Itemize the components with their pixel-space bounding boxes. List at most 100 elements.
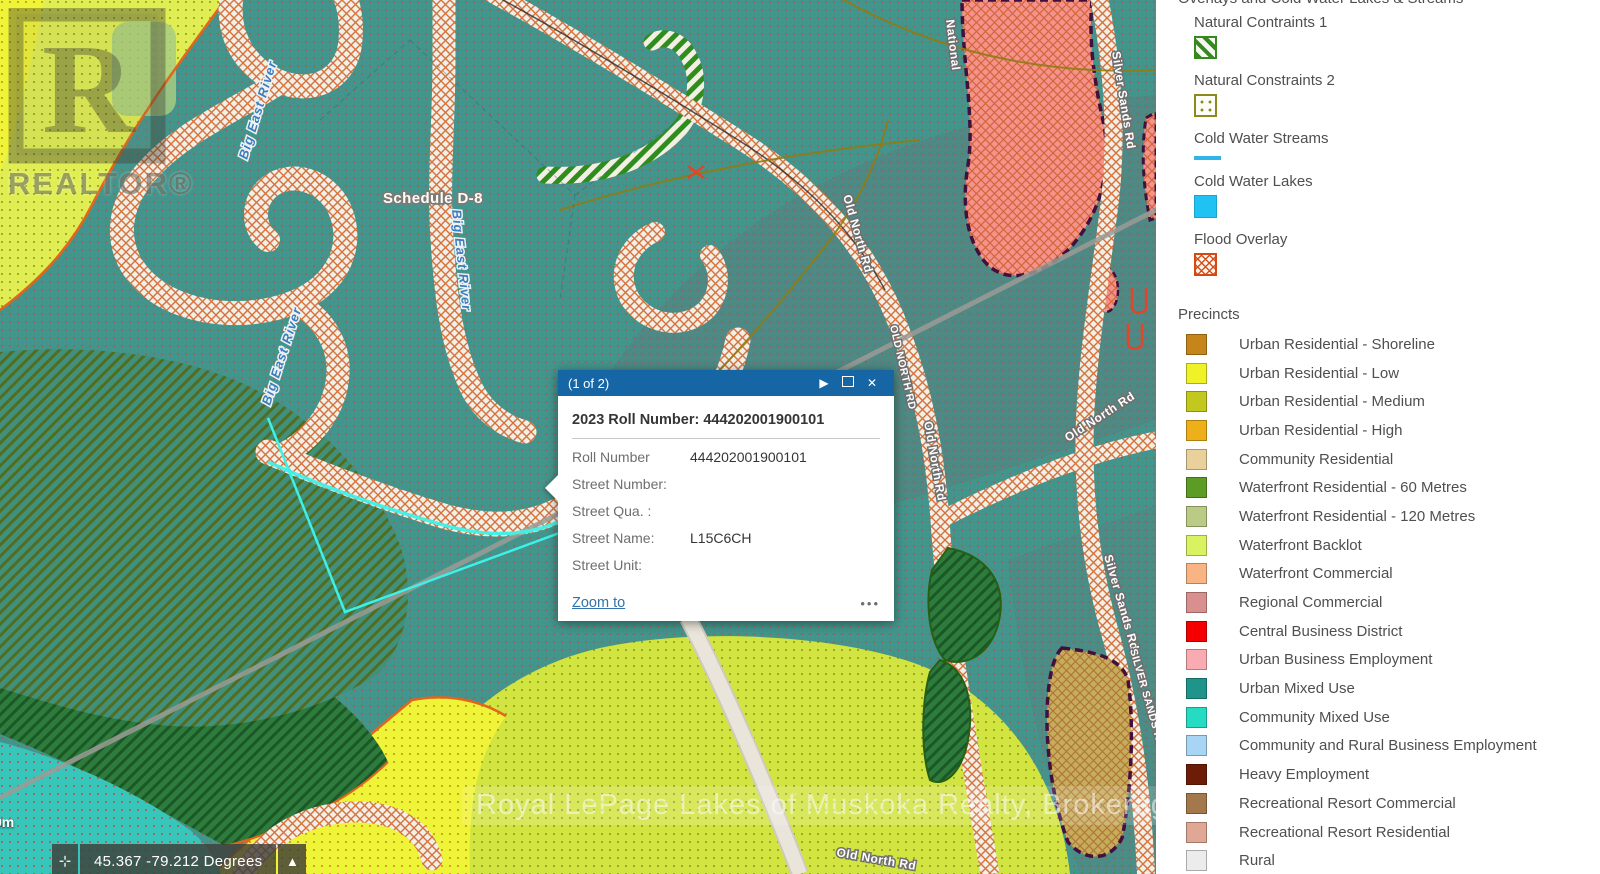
- maximize-icon[interactable]: [836, 376, 860, 390]
- precinct-color-swatch: [1186, 592, 1207, 613]
- precinct-label: Community Mixed Use: [1239, 709, 1390, 726]
- popup-field-row: Street Qua. :: [572, 503, 880, 519]
- precinct-label: Heavy Employment: [1239, 766, 1369, 783]
- popup-field-row: Street Number:: [572, 476, 880, 492]
- precinct-label: Central Business District: [1239, 623, 1402, 640]
- legend-precinct-row: Recreational Resort Commercial: [1186, 789, 1537, 818]
- cross-orange-swatch: [1194, 253, 1217, 276]
- precinct-color-swatch: [1186, 535, 1207, 556]
- precinct-label: Regional Commercial: [1239, 594, 1382, 611]
- field-label: Street Qua. :: [572, 503, 690, 519]
- legend-precinct-row: Urban Residential - Medium: [1186, 387, 1537, 416]
- legend-precinct-row: Community Residential: [1186, 445, 1537, 474]
- popup-pointer: [545, 474, 559, 502]
- precinct-color-swatch: [1186, 477, 1207, 498]
- legend-precinct-row: Heavy Employment: [1186, 760, 1537, 789]
- field-value: L15C6CH: [690, 530, 751, 546]
- popup-field-row: Roll Number444202001900101: [572, 449, 880, 465]
- precinct-color-swatch: [1186, 793, 1207, 814]
- precinct-color-swatch: [1186, 363, 1207, 384]
- map-canvas[interactable]: Schedule D-8Big East RiverBig East River…: [0, 0, 1156, 874]
- map-label: Schedule D-8: [383, 190, 483, 207]
- precinct-label: Community Residential: [1239, 451, 1393, 468]
- popup-field-row: Street Unit:: [572, 557, 880, 573]
- feature-popup: (1 of 2) ▶ ✕ 2023 Roll Number: 444202001…: [558, 370, 894, 621]
- precinct-color-swatch: [1186, 678, 1207, 699]
- legend-precinct-row: Regional Commercial: [1186, 588, 1537, 617]
- zoom-to-link[interactable]: Zoom to: [572, 595, 625, 611]
- legend-precinct-row: Rural: [1186, 846, 1537, 874]
- precinct-label: Urban Mixed Use: [1239, 680, 1355, 697]
- legend-precinct-row: Waterfront Residential - 120 Metres: [1186, 502, 1537, 531]
- legend-section-title: Overlays and Cold Water Lakes & Streams: [1178, 0, 1463, 7]
- popup-field-list: Roll Number444202001900101 Street Number:…: [572, 449, 880, 573]
- precinct-color-swatch: [1186, 391, 1207, 412]
- crosshair-icon[interactable]: ⊹: [52, 844, 78, 874]
- precinct-color-swatch: [1186, 735, 1207, 756]
- precinct-color-swatch: [1186, 449, 1207, 470]
- legend-precinct-row: Waterfront Residential - 60 Metres: [1186, 473, 1537, 502]
- popup-footer: Zoom to •••: [572, 595, 880, 611]
- precinct-color-swatch: [1186, 334, 1207, 355]
- legend-precinct-row: Urban Residential - High: [1186, 416, 1537, 445]
- precinct-label: Urban Business Employment: [1239, 651, 1432, 668]
- precinct-color-swatch: [1186, 850, 1207, 871]
- field-label: Street Name:: [572, 530, 690, 546]
- precinct-label: Waterfront Commercial: [1239, 565, 1393, 582]
- precinct-label: Waterfront Residential - 60 Metres: [1239, 479, 1467, 496]
- legend-precinct-row: Central Business District: [1186, 617, 1537, 646]
- field-value: 444202001900101: [690, 449, 807, 465]
- popup-header: (1 of 2) ▶ ✕: [558, 370, 894, 396]
- legend-precincts-title: Precincts: [1178, 306, 1240, 323]
- coordinate-readout: 45.367 -79.212 Degrees: [80, 844, 276, 874]
- legend-precinct-row: Waterfront Backlot: [1186, 531, 1537, 560]
- precinct-label: Community and Rural Business Employment: [1239, 737, 1537, 754]
- legend-precinct-row: Community and Rural Business Employment: [1186, 732, 1537, 761]
- scale-bar-label: 0m: [0, 814, 14, 830]
- line-cyan-swatch: [1194, 156, 1221, 160]
- hatch-green-swatch: [1194, 36, 1217, 59]
- coordinate-widget: ⊹ 45.367 -79.212 Degrees ▲: [52, 844, 306, 874]
- coordinate-expand-icon[interactable]: ▲: [278, 844, 306, 874]
- popup-pager: (1 of 2): [568, 376, 812, 391]
- legend-panel: Overlays and Cold Water Lakes & Streams …: [1156, 0, 1600, 874]
- legend-item-label: Natural Contraints 1: [1194, 14, 1335, 31]
- legend-precinct-row: Community Mixed Use: [1186, 703, 1537, 732]
- precinct-color-swatch: [1186, 420, 1207, 441]
- precinct-color-swatch: [1186, 822, 1207, 843]
- precinct-label: Urban Residential - Shoreline: [1239, 336, 1435, 353]
- close-icon[interactable]: ✕: [860, 376, 884, 390]
- legend-item: Natural Constraints 2: [1194, 72, 1335, 117]
- legend-item: Cold Water Streams: [1194, 130, 1335, 160]
- legend-item-label: Natural Constraints 2: [1194, 72, 1335, 89]
- legend-precinct-row: Urban Residential - Shoreline: [1186, 330, 1537, 359]
- next-feature-icon[interactable]: ▶: [812, 376, 836, 390]
- precinct-label: Recreational Resort Commercial: [1239, 795, 1456, 812]
- precinct-color-swatch: [1186, 649, 1207, 670]
- fill-cyan-swatch: [1194, 195, 1217, 218]
- precinct-color-swatch: [1186, 707, 1207, 728]
- popup-field-row: Street Name:L15C6CH: [572, 530, 880, 546]
- popup-body: 2023 Roll Number: 444202001900101 Roll N…: [558, 396, 894, 621]
- precinct-color-swatch: [1186, 621, 1207, 642]
- precinct-label: Rural: [1239, 852, 1275, 869]
- precinct-color-swatch: [1186, 764, 1207, 785]
- map-zone-green-patch: [112, 22, 176, 116]
- legend-precinct-row: Urban Mixed Use: [1186, 674, 1537, 703]
- precinct-color-swatch: [1186, 506, 1207, 527]
- legend-precinct-row: Waterfront Commercial: [1186, 560, 1537, 589]
- legend-precinct-row: Recreational Resort Residential: [1186, 818, 1537, 847]
- legend-precinct-row: Urban Residential - Low: [1186, 359, 1537, 388]
- precinct-label: Recreational Resort Residential: [1239, 824, 1450, 841]
- field-label: Street Unit:: [572, 557, 690, 573]
- legend-item-label: Flood Overlay: [1194, 231, 1335, 248]
- precinct-label: Urban Residential - Medium: [1239, 393, 1425, 410]
- precinct-label: Urban Residential - Low: [1239, 365, 1399, 382]
- precinct-color-swatch: [1186, 563, 1207, 584]
- legend-overlay-items: Natural Contraints 1 Natural Constraints …: [1194, 14, 1335, 289]
- field-label: Street Number:: [572, 476, 690, 492]
- legend-item: Cold Water Lakes: [1194, 173, 1335, 218]
- legend-item-label: Cold Water Streams: [1194, 130, 1335, 147]
- popup-title: 2023 Roll Number: 444202001900101: [572, 412, 880, 428]
- popup-more-actions-icon[interactable]: •••: [860, 596, 880, 611]
